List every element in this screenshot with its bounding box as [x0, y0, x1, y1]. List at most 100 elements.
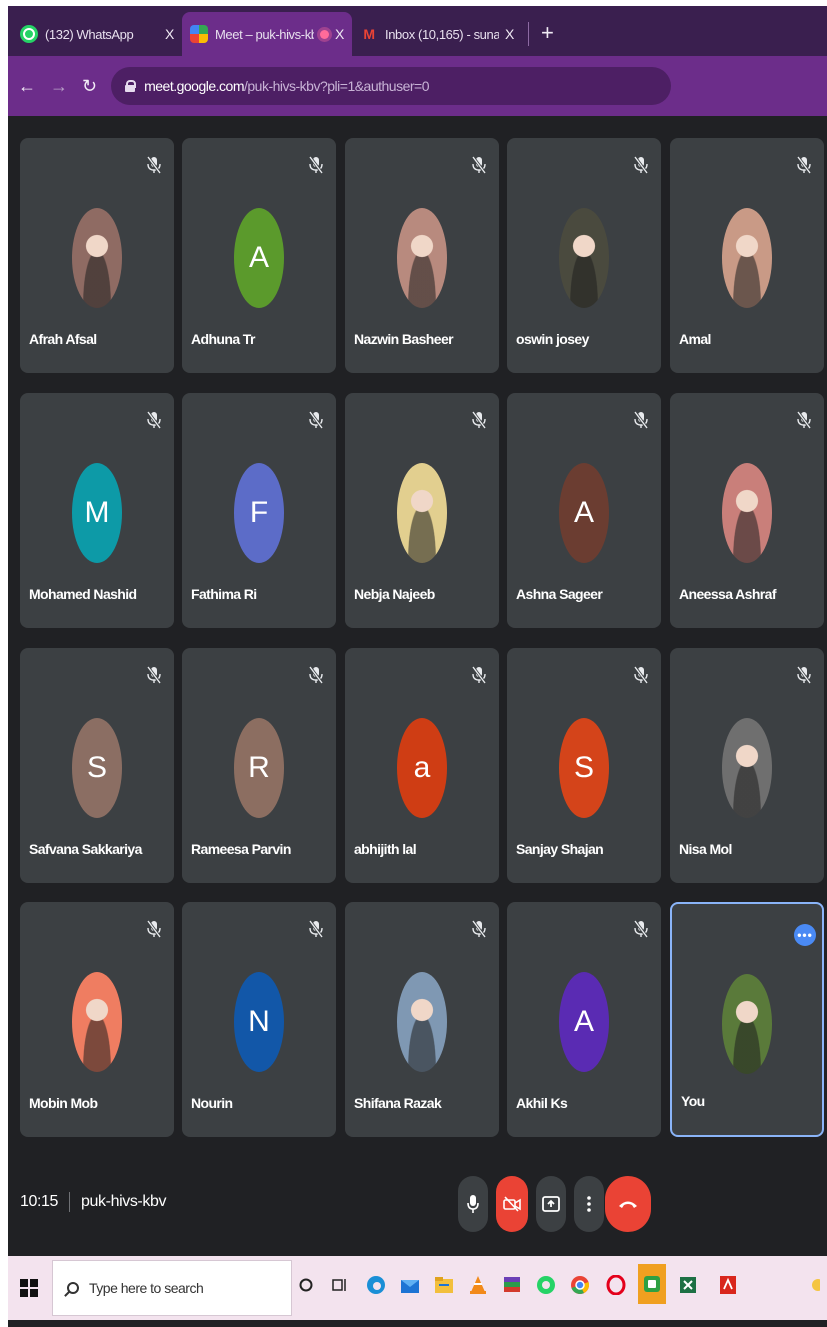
chrome-icon[interactable] [568, 1272, 592, 1298]
avatar: F [234, 463, 284, 563]
whatsapp-desktop-icon[interactable] [534, 1272, 558, 1298]
participant-tile[interactable]: A Ashna Sageer [507, 393, 661, 628]
gmail-icon: M [363, 26, 375, 42]
microphone-icon [467, 1195, 479, 1213]
participant-name: Akhil Ks [516, 1095, 568, 1111]
leave-call-button[interactable] [605, 1176, 651, 1232]
participant-tile[interactable]: Amal [670, 138, 824, 373]
more-options-icon[interactable]: ••• [794, 924, 816, 946]
participant-tile[interactable]: S Safvana Sakkariya [20, 648, 174, 883]
recording-indicator-icon [320, 29, 330, 39]
back-arrow-icon[interactable]: ← [18, 76, 36, 97]
participant-name: Adhuna Tr [191, 331, 255, 347]
lock-icon[interactable] [125, 80, 137, 92]
tab-close-button[interactable]: X [505, 26, 514, 42]
participant-name: Sanjay Shajan [516, 841, 604, 857]
google-meet-icon [190, 25, 208, 43]
mic-off-icon [146, 920, 162, 938]
avatar [722, 463, 772, 563]
tab-gmail[interactable]: M Inbox (10,165) - sunaina145@gm X [352, 12, 522, 56]
avatar: a [397, 718, 447, 818]
participant-name: You [681, 1093, 705, 1109]
mic-off-icon [471, 666, 487, 684]
more-options-button[interactable] [574, 1176, 604, 1232]
avatar [397, 972, 447, 1072]
tab-close-button[interactable]: X [165, 26, 174, 42]
participant-name: Ashna Sageer [516, 586, 603, 602]
participant-tile[interactable]: A Akhil Ks [507, 902, 661, 1137]
excel-icon[interactable] [676, 1272, 700, 1298]
mic-off-icon [308, 411, 324, 429]
participant-tile[interactable]: Nebja Najeeb [345, 393, 499, 628]
present-screen-button[interactable] [536, 1176, 566, 1232]
participant-tile[interactable]: ••• You [670, 902, 824, 1137]
cortana-icon[interactable] [294, 1272, 318, 1298]
participant-tile[interactable]: oswin josey [507, 138, 661, 373]
reload-icon[interactable]: ↻ [82, 76, 97, 97]
acrobat-icon[interactable] [716, 1272, 740, 1298]
participant-name: oswin josey [516, 331, 589, 347]
participant-tile[interactable]: A Adhuna Tr [182, 138, 336, 373]
tab-close-button[interactable]: X [335, 26, 344, 42]
participant-tile[interactable]: M Mohamed Nashid [20, 393, 174, 628]
participant-name: abhijith lal [354, 841, 417, 857]
avatar: S [559, 718, 609, 818]
participant-grid: Afrah Afsal A Adhuna Tr Nazwin Basheer oswin… [20, 138, 826, 1138]
meeting-time: 10:15 [20, 1193, 59, 1211]
avatar [559, 208, 609, 308]
avatar [397, 463, 447, 563]
participant-name: Rameesa Parvin [191, 841, 291, 857]
taskbar-search-box[interactable]: Type here to search [52, 1260, 292, 1316]
opera-icon[interactable] [604, 1272, 628, 1298]
participant-tile[interactable]: F Fathima Ri [182, 393, 336, 628]
avatar [722, 208, 772, 308]
divider [69, 1192, 71, 1212]
participant-tile[interactable]: a abhijith lal [345, 648, 499, 883]
avatar [72, 972, 122, 1072]
url-path: /puk-hivs-kbv?pli=1&authuser=0 [244, 78, 430, 94]
avatar: A [234, 208, 284, 308]
tab-strip: (132) WhatsApp X Meet – puk-hivs-kbv X M… [8, 6, 827, 56]
edge-icon[interactable] [364, 1272, 388, 1298]
participant-tile[interactable]: Nisa Mol [670, 648, 824, 883]
participant-tile[interactable]: R Rameesa Parvin [182, 648, 336, 883]
participant-tile[interactable]: Shifana Razak [345, 902, 499, 1137]
windows-start-icon[interactable] [20, 1279, 38, 1297]
tab-meet[interactable]: Meet – puk-hivs-kbv X [182, 12, 352, 56]
participant-tile[interactable]: N Nourin [182, 902, 336, 1137]
winrar-icon[interactable] [500, 1272, 524, 1298]
hang-up-icon [619, 1201, 637, 1208]
participant-tile[interactable]: Aneessa Ashraf [670, 393, 824, 628]
mail-icon[interactable] [398, 1272, 422, 1298]
participant-tile[interactable]: Afrah Afsal [20, 138, 174, 373]
participant-name: Shifana Razak [354, 1095, 442, 1111]
search-icon [67, 1282, 79, 1294]
new-tab-button[interactable]: + [541, 20, 554, 46]
participant-tile[interactable]: S Sanjay Shajan [507, 648, 661, 883]
participant-name: Aneessa Ashraf [679, 586, 777, 602]
participant-name: Nisa Mol [679, 841, 732, 857]
participant-name: Afrah Afsal [29, 331, 97, 347]
mic-off-icon [308, 666, 324, 684]
microphone-button[interactable] [458, 1176, 488, 1232]
avatar: S [72, 718, 122, 818]
participant-tile[interactable]: Nazwin Basheer [345, 138, 499, 373]
tray-weather-icon[interactable] [808, 1272, 820, 1298]
avatar: A [559, 972, 609, 1072]
camera-off-button[interactable] [496, 1176, 528, 1232]
mic-off-icon [471, 920, 487, 938]
address-bar[interactable]: meet.google.com/puk-hivs-kbv?pli=1&authu… [111, 67, 672, 105]
tab-whatsapp[interactable]: (132) WhatsApp X [12, 12, 182, 56]
mic-off-icon [471, 411, 487, 429]
mic-off-icon [633, 666, 649, 684]
participant-tile[interactable]: Mobin Mob [20, 902, 174, 1137]
tab-title: Inbox (10,165) - sunaina145@gm [385, 26, 500, 42]
url-host: meet.google.com [144, 78, 244, 94]
meet-pwa-icon[interactable] [638, 1264, 666, 1304]
participant-name: Nourin [191, 1095, 233, 1111]
forward-arrow-icon[interactable]: → [50, 76, 68, 97]
vlc-icon[interactable] [466, 1272, 490, 1298]
task-view-icon[interactable] [328, 1272, 352, 1298]
file-explorer-icon[interactable] [432, 1272, 456, 1298]
screen: (132) WhatsApp X Meet – puk-hivs-kbv X M… [8, 6, 827, 1327]
